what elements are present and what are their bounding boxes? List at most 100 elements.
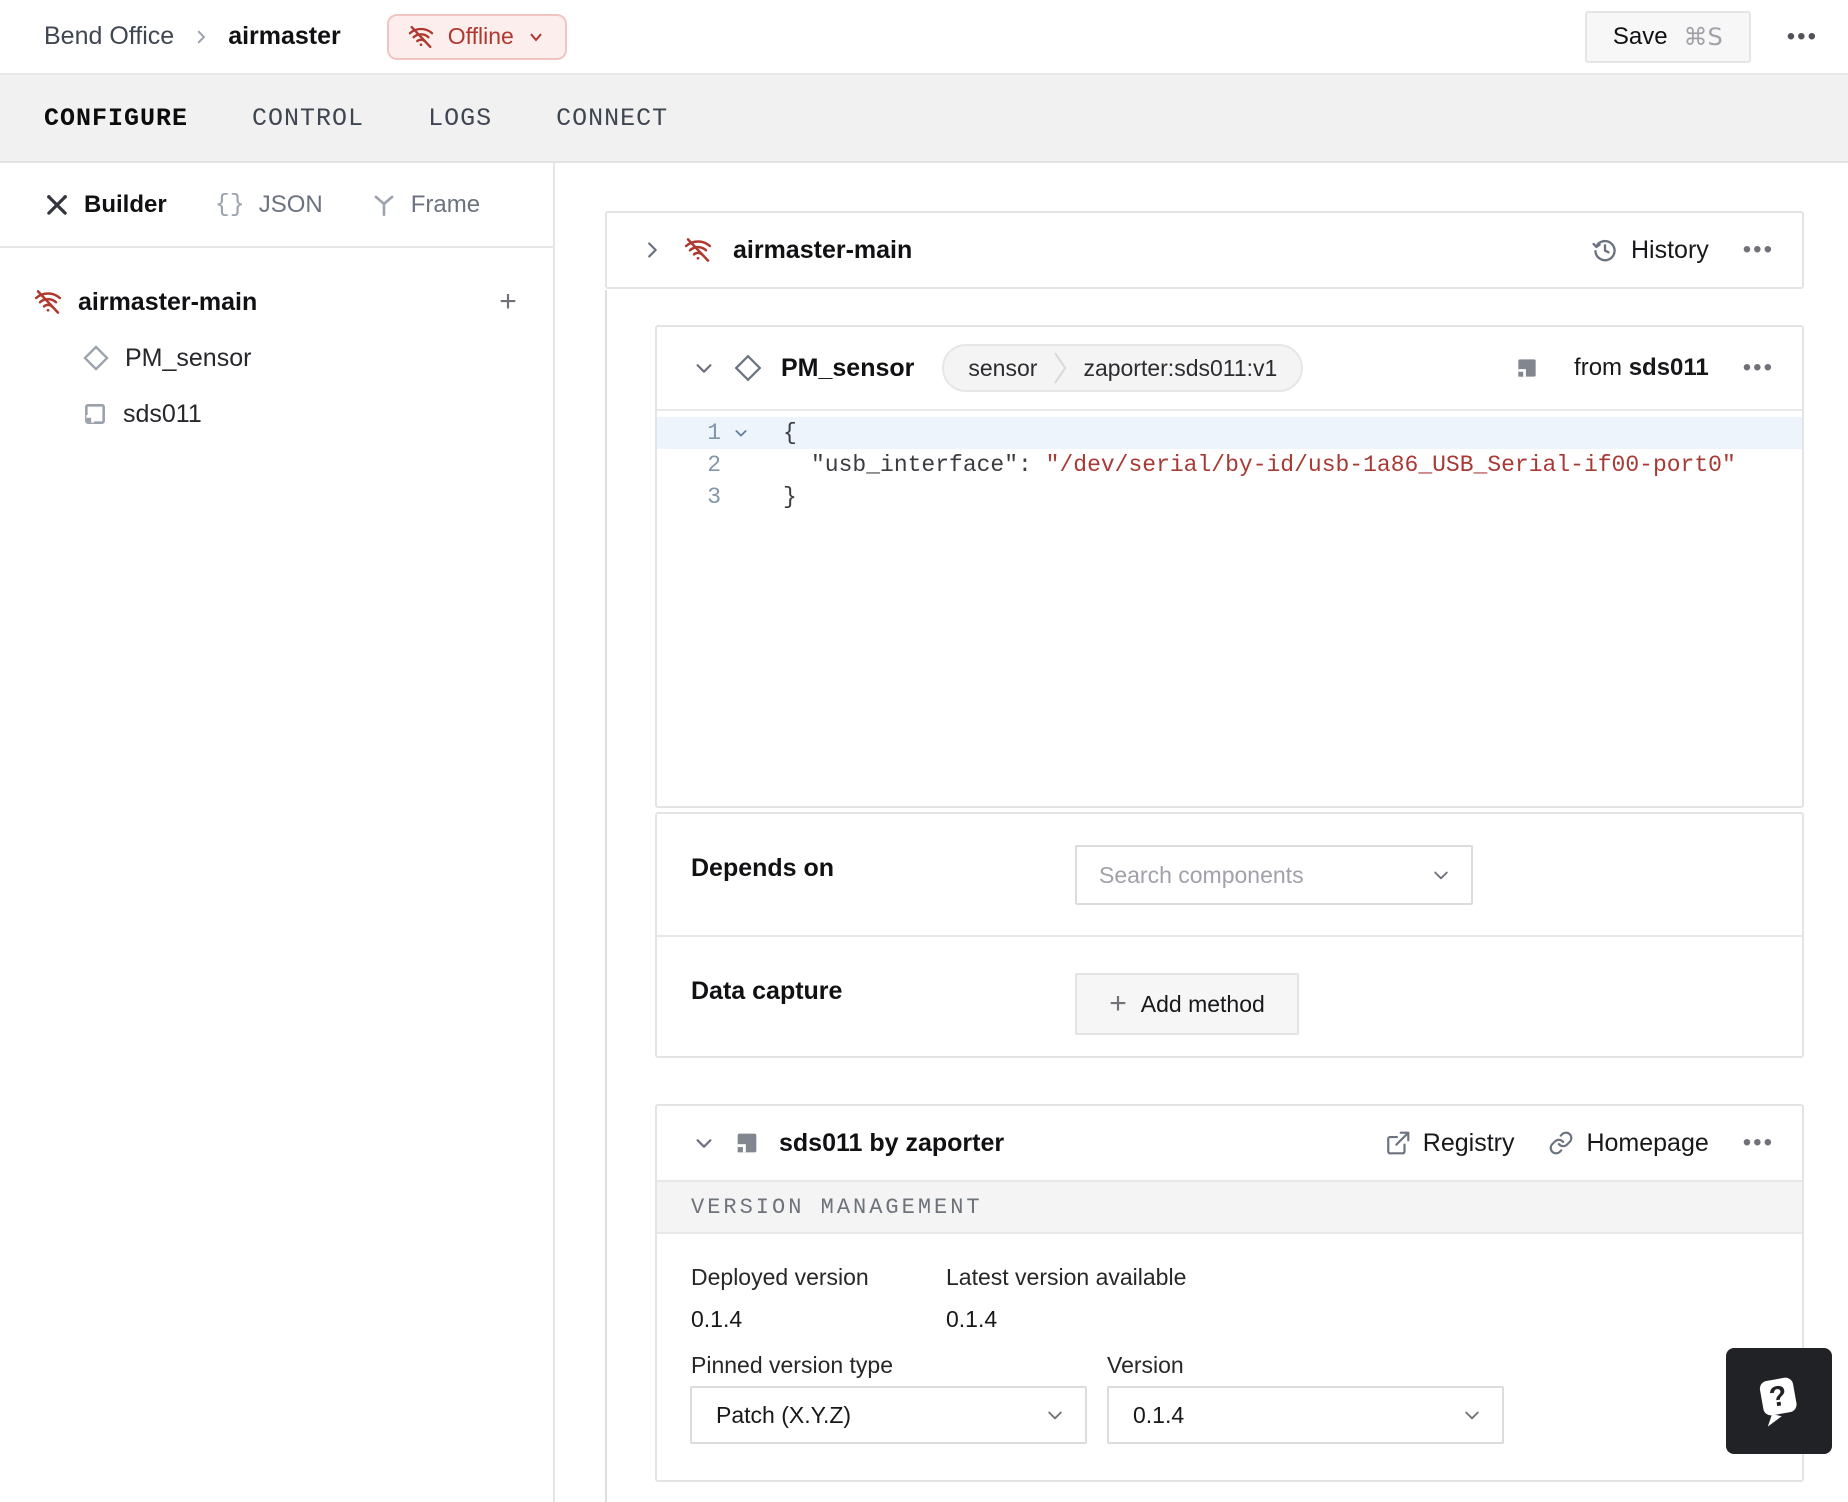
tree-item-machine[interactable]: airmaster-main + <box>0 274 553 330</box>
line-number: 2 <box>707 452 721 478</box>
chevron-down-icon <box>527 28 545 46</box>
chevron-down-icon <box>1462 1405 1482 1425</box>
line-number: 1 <box>707 420 721 446</box>
module-icon <box>1514 355 1540 381</box>
module-card-header: sds011 by zaporter Registry Homepage ••• <box>657 1106 1802 1182</box>
add-method-button[interactable]: + Add method <box>1075 973 1299 1035</box>
module-menu[interactable]: ••• <box>1743 1131 1774 1155</box>
latest-version-value: 0.1.4 <box>946 1306 998 1332</box>
save-label: Save <box>1612 22 1668 50</box>
chevron-down-icon[interactable] <box>693 1132 715 1154</box>
component-menu[interactable]: ••• <box>1743 356 1774 380</box>
pinned-version-type-label: Pinned version type <box>691 1352 894 1378</box>
tab-connect[interactable]: CONNECT <box>556 104 668 133</box>
save-shortcut: ⌘S <box>1683 22 1723 51</box>
history-button[interactable]: History <box>1591 236 1709 265</box>
code-line: 1 { <box>657 417 1802 449</box>
registry-link[interactable]: Registry <box>1385 1128 1515 1158</box>
tools-icon <box>44 192 70 218</box>
main-tab-bar: CONFIGURE CONTROL LOGS CONNECT <box>0 75 1848 163</box>
history-icon <box>1591 236 1619 264</box>
tab-logs[interactable]: LOGS <box>428 104 492 133</box>
frame-axes-icon <box>371 192 397 218</box>
machine-part-title: airmaster-main <box>733 235 913 264</box>
line-number: 3 <box>707 484 721 510</box>
component-card: PM_sensor sensor zaporter:sds011:v1 from… <box>655 325 1804 808</box>
config-sidebar: Builder {} JSON Frame airmaster-main + P… <box>0 163 555 1502</box>
top-bar-overflow-menu[interactable]: ••• <box>1787 24 1818 49</box>
depends-on-select[interactable] <box>1075 845 1473 905</box>
component-diamond-icon <box>733 353 763 383</box>
braces-icon: {} <box>214 190 245 219</box>
status-label: Offline <box>447 23 514 49</box>
add-method-label: Add method <box>1140 990 1265 1017</box>
code-text: { <box>783 420 797 446</box>
nesting-rail <box>605 290 607 1502</box>
plus-icon: + <box>1109 987 1127 1020</box>
fold-chevron-icon[interactable] <box>721 425 761 441</box>
registry-label: Registry <box>1422 1128 1515 1157</box>
question-bubble-icon: ? <box>1748 1370 1810 1432</box>
tab-configure[interactable]: CONFIGURE <box>44 104 188 133</box>
wifi-off-icon <box>407 23 435 51</box>
app-window: Bend Office airmaster Offline Save ⌘S ••… <box>0 0 1848 1502</box>
module-title: sds011 by zaporter <box>779 1128 1005 1157</box>
pinned-version-type-select[interactable]: Patch (X.Y.Z) <box>690 1386 1087 1444</box>
search-components-input[interactable] <box>1099 861 1431 889</box>
version-select[interactable]: 0.1.4 <box>1107 1386 1504 1444</box>
attributes-code-editor[interactable]: 1 { 2 "usb_interface": "/dev/serial/by-i… <box>657 411 1802 806</box>
machine-status-dropdown[interactable]: Offline <box>386 13 567 60</box>
help-button[interactable]: ? <box>1726 1348 1832 1454</box>
component-type-badge: sensor zaporter:sds011:v1 <box>942 344 1304 392</box>
data-capture-label: Data capture <box>691 977 843 1005</box>
breadcrumb: Bend Office airmaster <box>44 22 341 51</box>
save-button[interactable]: Save ⌘S <box>1584 10 1751 63</box>
homepage-label: Homepage <box>1586 1128 1709 1157</box>
version-management-content: Deployed version Latest version availabl… <box>657 1234 1802 1480</box>
chevron-right-icon[interactable] <box>641 239 663 261</box>
badge-divider-icon <box>1053 351 1067 385</box>
component-diamond-icon <box>82 344 110 372</box>
component-title: PM_sensor <box>781 353 915 382</box>
deployed-version-label: Deployed version <box>691 1264 869 1290</box>
depends-on-row: Depends on <box>657 814 1802 935</box>
tree-machine-label: airmaster-main <box>78 287 258 316</box>
breadcrumb-machine: airmaster <box>228 22 341 50</box>
tree-component-label: PM_sensor <box>125 343 252 372</box>
code-text: } <box>783 484 797 510</box>
component-card-header: PM_sensor sensor zaporter:sds011:v1 from… <box>657 327 1802 411</box>
wifi-off-icon <box>33 287 63 317</box>
mode-json[interactable]: {} JSON <box>215 190 323 219</box>
tree-item-component[interactable]: PM_sensor <box>0 330 553 386</box>
module-icon <box>733 1129 761 1157</box>
version-management-header: VERSION MANAGEMENT <box>657 1182 1802 1234</box>
tree-item-module[interactable]: sds011 <box>0 386 553 442</box>
tab-control[interactable]: CONTROL <box>252 104 364 133</box>
data-capture-row: Data capture + Add method <box>657 935 1802 1058</box>
wifi-off-icon <box>683 235 713 265</box>
chevron-down-icon[interactable] <box>693 357 715 379</box>
chevron-right-icon <box>192 28 210 46</box>
model-badge-label: zaporter:sds011:v1 <box>1083 354 1278 381</box>
config-main-panel: airmaster-main History ••• PM_sensor sen… <box>555 163 1848 1502</box>
component-settings-box: Depends on Data capture + Add method <box>655 812 1804 1058</box>
chevron-down-icon <box>1431 865 1451 885</box>
mode-builder[interactable]: Builder <box>44 191 167 219</box>
homepage-link[interactable]: Homepage <box>1548 1128 1709 1158</box>
top-bar-actions: Save ⌘S ••• <box>1584 10 1818 63</box>
from-module-label: from sds011 <box>1574 354 1709 381</box>
mode-frame[interactable]: Frame <box>371 191 480 219</box>
code-line: 2 "usb_interface": "/dev/serial/by-id/us… <box>657 449 1802 481</box>
add-component-button[interactable]: + <box>494 287 522 317</box>
breadcrumb-location[interactable]: Bend Office <box>44 22 174 51</box>
machine-part-card: airmaster-main History ••• <box>605 211 1804 289</box>
mode-builder-label: Builder <box>84 190 167 218</box>
pinned-version-type-value: Patch (X.Y.Z) <box>716 1401 852 1428</box>
latest-version-label: Latest version available <box>946 1264 1187 1290</box>
machine-part-menu[interactable]: ••• <box>1743 238 1774 262</box>
module-card: sds011 by zaporter Registry Homepage •••… <box>655 1104 1804 1482</box>
link-icon <box>1548 1130 1574 1156</box>
version-label: Version <box>1107 1352 1184 1378</box>
view-mode-switch: Builder {} JSON Frame <box>0 163 553 248</box>
mode-json-label: JSON <box>258 190 323 218</box>
